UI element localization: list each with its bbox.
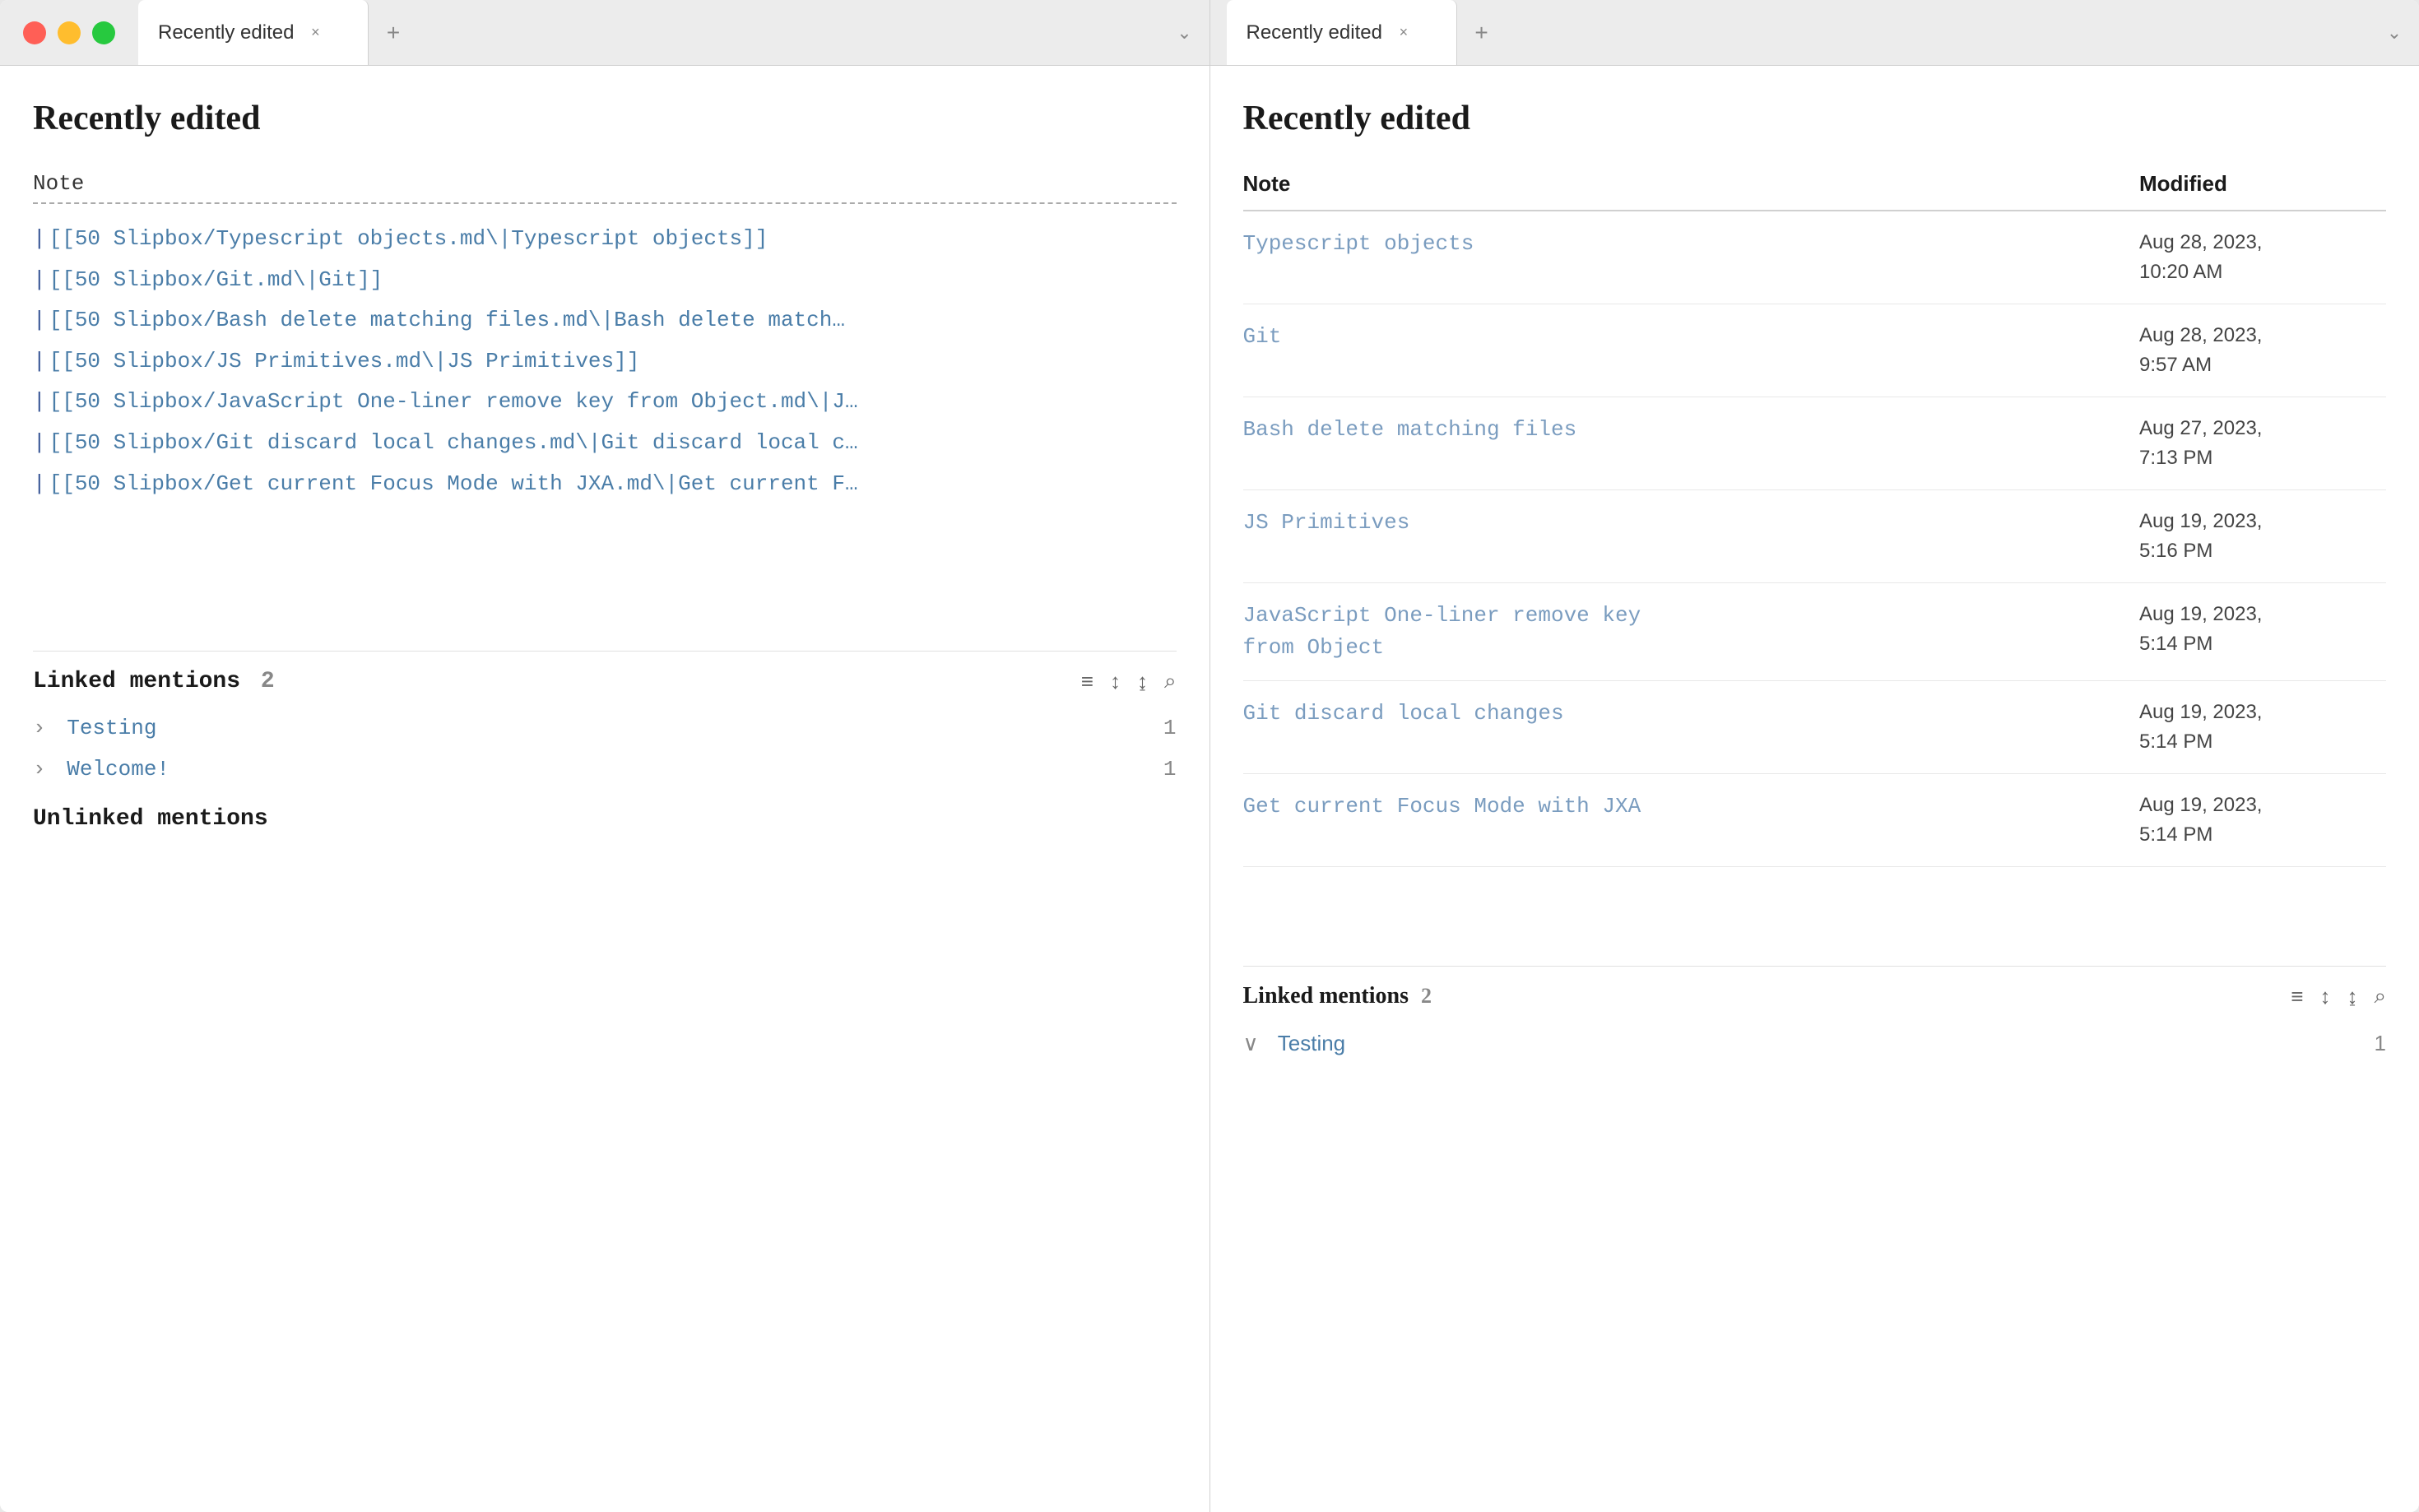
table-row-modified-6: Aug 19, 2023,5:14 PM	[2139, 698, 2386, 757]
traffic-lights	[0, 0, 138, 65]
right-pane-title: Recently edited	[1243, 99, 2387, 138]
editor-label: Note	[33, 171, 1177, 196]
right-tab-add[interactable]: +	[1457, 0, 1507, 65]
right-pane-content: Recently edited Note Modified Typescript…	[1210, 66, 2419, 1512]
right-mentions-section: Linked mentions 2 ≡ ↕ ↨ ⌕ ∨	[1243, 966, 2387, 1064]
editor-link-7[interactable]: [[50 Slipbox/Get current Focus Mode with…	[33, 466, 1177, 503]
table-row-modified-3: Aug 27, 2023,7:13 PM	[2139, 414, 2386, 473]
right-mentions-title: Linked mentions 2	[1243, 983, 1432, 1009]
mention-count-welcome: 1	[1163, 757, 1177, 782]
right-mention-count-testing: 1	[2375, 1031, 2386, 1056]
table-row-note-4[interactable]: JS Primitives	[1243, 507, 2140, 539]
mention-arrow-welcome: ›	[33, 757, 46, 782]
editor-spacer	[33, 536, 1177, 634]
left-mentions-count: 2	[261, 669, 275, 694]
table-row[interactable]: JS Primitives Aug 19, 2023,5:16 PM	[1243, 490, 2387, 583]
editor-section: Note [[50 Slipbox/Typescript objects.md\…	[33, 171, 1177, 503]
left-pane-title: Recently edited	[33, 99, 1177, 138]
right-mentions-search-icon[interactable]: ⌕	[2374, 983, 2386, 1009]
table-row[interactable]: Get current Focus Mode with JXA Aug 19, …	[1243, 774, 2387, 867]
left-tab-label: Recently edited	[158, 21, 294, 44]
table-row-modified-5: Aug 19, 2023,5:14 PM	[2139, 600, 2386, 659]
editor-links: [[50 Slipbox/Typescript objects.md\|Type…	[33, 220, 1177, 503]
table-row-note-6[interactable]: Git discard local changes	[1243, 698, 2140, 730]
table-row-note-7[interactable]: Get current Focus Mode with JXA	[1243, 791, 2140, 823]
left-mentions-list-icon[interactable]: ≡	[1081, 669, 1093, 694]
notes-table: Note Modified Typescript objects Aug 28,…	[1243, 171, 2387, 867]
left-pane-content: Recently edited Note [[50 Slipbox/Typesc…	[0, 66, 1210, 1512]
left-tab-add[interactable]: +	[369, 0, 418, 65]
mention-item-welcome[interactable]: › Welcome! 1	[33, 749, 1177, 790]
left-mentions-section: Linked mentions 2 ≡ ↕ ↨ ⌕ ›	[33, 651, 1177, 790]
right-mentions-sort-alt-icon[interactable]: ↨	[2347, 984, 2357, 1009]
right-mentions-sort-icon[interactable]: ↕	[2319, 984, 2330, 1009]
right-tab-active[interactable]: Recently edited ×	[1227, 0, 1457, 65]
table-row-note-3[interactable]: Bash delete matching files	[1243, 414, 2140, 446]
right-tab-bar: Recently edited × + ⌄	[1210, 0, 2419, 66]
right-tab-dropdown[interactable]: ⌄	[2370, 0, 2419, 65]
mention-label-welcome: Welcome!	[67, 757, 169, 782]
right-mentions-header: Linked mentions 2 ≡ ↕ ↨ ⌕	[1243, 983, 2387, 1009]
editor-link-4[interactable]: [[50 Slipbox/JS Primitives.md\|JS Primit…	[33, 343, 1177, 381]
editor-divider	[33, 202, 1177, 204]
editor-link-6[interactable]: [[50 Slipbox/Git discard local changes.m…	[33, 424, 1177, 462]
right-mentions-count: 2	[1421, 984, 1432, 1008]
mention-label-testing: Testing	[67, 716, 156, 740]
right-mention-item-testing[interactable]: ∨ Testing 1	[1243, 1023, 2387, 1064]
left-tab-bar: Recently edited × + ⌄	[0, 0, 1210, 66]
table-row-modified-1: Aug 28, 2023,10:20 AM	[2139, 228, 2386, 287]
table-header-row: Note Modified	[1243, 171, 2387, 211]
unlinked-title: Unlinked mentions	[33, 790, 1177, 848]
table-row-modified-2: Aug 28, 2023,9:57 AM	[2139, 321, 2386, 380]
table-header-modified: Modified	[2139, 171, 2386, 197]
mention-count-testing: 1	[1163, 716, 1177, 740]
maximize-button[interactable]	[92, 21, 115, 44]
table-row-modified-7: Aug 19, 2023,5:14 PM	[2139, 791, 2386, 850]
table-row-note-1[interactable]: Typescript objects	[1243, 228, 2140, 260]
app-window: Recently edited × + ⌄ Recently edited No…	[0, 0, 2419, 1512]
left-pane: Recently edited × + ⌄ Recently edited No…	[0, 0, 1210, 1512]
table-row-modified-4: Aug 19, 2023,5:16 PM	[2139, 507, 2386, 566]
left-tab-close[interactable]: ×	[305, 23, 325, 43]
right-pane: Recently edited × + ⌄ Recently edited No…	[1210, 0, 2419, 1512]
left-tab-active[interactable]: Recently edited ×	[138, 0, 369, 65]
unlinked-mentions: Unlinked mentions	[33, 790, 1177, 848]
right-mentions-tools: ≡ ↕ ↨ ⌕	[2291, 983, 2386, 1009]
right-spacer	[1243, 867, 2387, 949]
right-mention-label-testing: Testing	[1278, 1031, 1345, 1055]
left-mentions-sort-alt-icon[interactable]: ↨	[1137, 669, 1148, 694]
right-tab-label: Recently edited	[1247, 21, 1382, 44]
editor-link-3[interactable]: [[50 Slipbox/Bash delete matching files.…	[33, 302, 1177, 340]
close-button[interactable]	[23, 21, 46, 44]
editor-link-5[interactable]: [[50 Slipbox/JavaScript One-liner remove…	[33, 383, 1177, 421]
left-mentions-title: Linked mentions 2	[33, 669, 275, 694]
right-tab-close[interactable]: ×	[1394, 23, 1414, 43]
table-row[interactable]: JavaScript One-liner remove keyfrom Obje…	[1243, 583, 2387, 681]
table-row-note-2[interactable]: Git	[1243, 321, 2140, 353]
table-row[interactable]: Typescript objects Aug 28, 2023,10:20 AM	[1243, 211, 2387, 304]
table-row[interactable]: Git Aug 28, 2023,9:57 AM	[1243, 304, 2387, 397]
editor-link-1[interactable]: [[50 Slipbox/Typescript objects.md\|Type…	[33, 220, 1177, 258]
left-tab-dropdown[interactable]: ⌄	[1160, 0, 1210, 65]
panes-container: Recently edited × + ⌄ Recently edited No…	[0, 0, 2419, 1512]
mention-arrow-testing: ›	[33, 716, 46, 740]
table-row[interactable]: Git discard local changes Aug 19, 2023,5…	[1243, 681, 2387, 774]
table-row-note-5[interactable]: JavaScript One-liner remove keyfrom Obje…	[1243, 600, 2140, 664]
mention-item-testing[interactable]: › Testing 1	[33, 707, 1177, 749]
left-mentions-sort-icon[interactable]: ↕	[1110, 669, 1121, 694]
editor-link-2[interactable]: [[50 Slipbox/Git.md\|Git]]	[33, 262, 1177, 299]
right-mention-arrow-testing: ∨	[1243, 1031, 1259, 1055]
table-header-note: Note	[1243, 171, 2140, 197]
right-mentions-list-icon[interactable]: ≡	[2291, 984, 2303, 1009]
left-mentions-search-icon[interactable]: ⌕	[1164, 668, 1177, 694]
minimize-button[interactable]	[58, 21, 81, 44]
left-mentions-header: Linked mentions 2 ≡ ↕ ↨ ⌕	[33, 668, 1177, 694]
left-mentions-tools: ≡ ↕ ↨ ⌕	[1081, 668, 1177, 694]
table-row[interactable]: Bash delete matching files Aug 27, 2023,…	[1243, 397, 2387, 490]
